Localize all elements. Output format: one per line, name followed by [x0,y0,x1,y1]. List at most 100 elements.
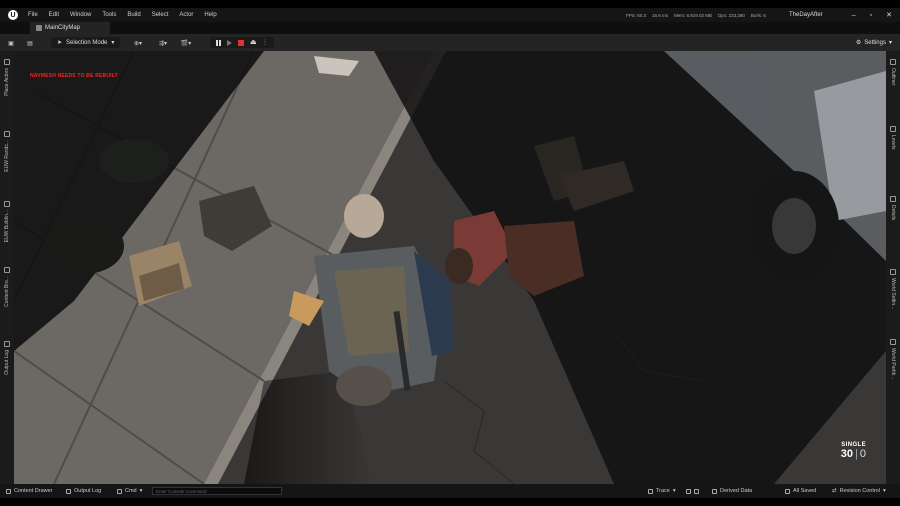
fps-stat: FPS: 60.3 [626,12,647,18]
terminal-icon [117,488,122,494]
panel-label: EUW Buildin... [4,210,10,243]
folder-icon [4,267,10,273]
panel-label: Outliner [890,68,896,86]
derived-data-label: Derived Data [720,488,753,494]
objects-stat: Bo/ls: 6 [750,12,766,18]
save-icon[interactable]: ▣ [6,37,16,49]
add-actor-icon[interactable]: ⊕▾ [130,37,146,49]
panel-levels[interactable]: Levels [886,126,900,149]
level-viewport[interactable]: NAVMESH NEEDS TO BE REBUILT SINGLE 30 | 0 [14,51,886,484]
scene-render [14,51,886,484]
output-log-label: Output Log [74,488,102,494]
revision-control-button[interactable]: ⇄ Revision Control ▾ [832,484,886,498]
levels-icon [890,126,896,132]
content-drawer-button[interactable]: Content Drawer [6,484,53,498]
output-log-button[interactable]: Output Log [66,484,101,498]
main-toolbar: ▣ ▤ ➤ Selection Mode ▾ ⊕▾ ⇶▾ 🎬▾ ⏏ ⋮ ⚙ Se… [0,34,900,51]
panel-label: World Partiti... [890,348,896,380]
main-menu: File Edit Window Tools Build Select Acto… [28,12,217,18]
step-frame-icon[interactable] [227,39,232,46]
eject-icon[interactable]: ⏏ [250,39,257,46]
all-saved-label: All Saved [793,488,817,494]
tab-maincitymap[interactable]: MainCityMap [30,22,110,34]
derived-data-button[interactable]: Derived Data [712,484,752,498]
log-icon [4,341,10,347]
widget-icon [4,131,10,137]
panel-label: Content Bro... [4,276,10,307]
menu-tools[interactable]: Tools [102,12,116,18]
tab-bar: MainCityMap [0,22,900,34]
right-side-panel: Outliner Levels Details World Settin... … [886,51,900,484]
trash-bag [99,139,169,183]
selection-mode-label: Selection Mode [66,39,108,46]
chevron-down-icon: ▾ [139,488,143,494]
letterbox-top [0,0,900,8]
trace-icon [648,488,653,494]
ammo-hud: SINGLE 30 | 0 [841,442,866,460]
panel-label: World Settin... [890,278,896,310]
cmd-label: Cmd [125,488,137,494]
left-side-panel: Place Actors EUW Randc... EUW Buildin...… [0,51,14,484]
stop-icon[interactable] [238,39,244,46]
navmesh-warning: NAVMESH NEEDS TO BE REBUILT [30,73,118,79]
all-saved-indicator[interactable]: All Saved [785,484,816,498]
more-options-icon[interactable]: ⋮ [262,39,268,46]
revision-control-label: Revision Control [839,488,880,494]
console-command-input[interactable] [152,487,282,495]
snapshot-icon [694,488,699,494]
ammo-separator: | [855,448,858,460]
cinematics-icon[interactable]: 🎬▾ [178,37,194,49]
menu-edit[interactable]: Edit [49,12,59,18]
trace-options[interactable] [686,484,699,498]
maximize-icon[interactable]: ▫ [870,12,872,19]
panel-details[interactable]: Details [886,196,900,220]
unreal-logo-icon[interactable]: U [8,10,18,20]
revision-icon: ⇄ [832,488,837,494]
menu-file[interactable]: File [28,12,38,18]
selection-mode-dropdown[interactable]: ➤ Selection Mode ▾ [51,37,121,48]
content-drawer-label: Content Drawer [14,488,53,494]
chevron-down-icon: ▾ [888,40,892,46]
blueprint-icon[interactable]: ⇶▾ [155,37,171,49]
frame-time-stat: 16.6 ms [652,12,669,18]
ammo-reserve: 0 [859,448,866,460]
widget-icon [4,201,10,207]
status-bar: Content Drawer Output Log Cmd ▾ Trace ▾ … [0,484,900,498]
panel-label: Output Log [4,350,10,375]
panel-output-log[interactable]: Output Log [0,341,14,375]
panel-euw-buildin[interactable]: EUW Buildin... [0,201,14,242]
menu-select[interactable]: Select [152,12,169,18]
panel-label: Place Actors [4,68,10,96]
window-controls: – ▫ ✕ [852,8,892,22]
menu-build[interactable]: Build [127,12,140,18]
panel-outliner[interactable]: Outliner [886,59,900,86]
panel-label: Levels [890,135,896,150]
close-icon[interactable]: ✕ [886,11,892,19]
minimize-icon[interactable]: – [852,12,856,19]
tab-label: MainCityMap [45,25,81,31]
details-icon [890,196,896,202]
trace-dropdown[interactable]: Trace ▾ [648,484,676,498]
settings-button[interactable]: ⚙ Settings ▾ [856,37,892,48]
panel-euw-randc[interactable]: EUW Randc... [0,131,14,172]
chevron-down-icon: ▾ [111,40,115,46]
panel-place-actors[interactable]: Place Actors [0,59,14,96]
content-icon[interactable]: ▤ [25,37,35,49]
menu-actor[interactable]: Actor [179,12,193,18]
save-icon [785,488,790,494]
draws-stat: Dps: 233,280 [718,12,745,18]
menu-help[interactable]: Help [204,12,216,18]
title-bar: U File Edit Window Tools Build Select Ac… [0,8,900,22]
panel-label: EUW Randc... [4,140,10,172]
panel-content-browser[interactable]: Content Bro... [0,267,14,307]
pause-icon[interactable] [216,39,221,46]
panel-world-settings[interactable]: World Settin... [886,269,900,309]
menu-window[interactable]: Window [70,12,91,18]
cursor-icon: ➤ [57,40,63,46]
globe-icon [890,269,896,275]
cmd-dropdown[interactable]: Cmd ▾ [117,484,142,498]
panel-world-partition[interactable]: World Partiti... [886,339,900,379]
partition-icon [890,339,896,345]
ammo-counter: 30 | 0 [841,448,866,460]
trash-bag [44,218,124,274]
